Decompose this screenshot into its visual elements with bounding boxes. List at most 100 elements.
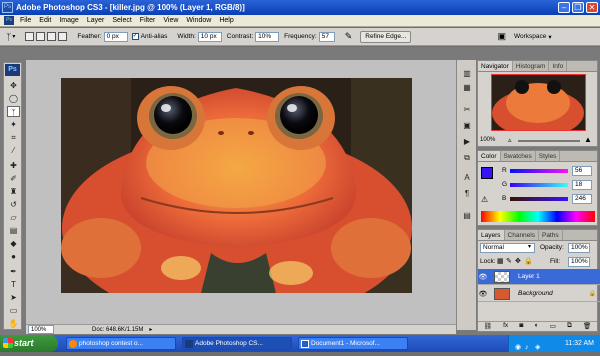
lock-position-icon[interactable]: ✥ (515, 257, 521, 265)
tray-volume-icon[interactable]: ♪ (525, 339, 529, 356)
layer-name[interactable]: Background (518, 290, 553, 297)
visibility-eye-icon[interactable]: 👁 (478, 290, 488, 298)
lasso-tool-icon[interactable]: ᛉ (7, 106, 20, 117)
type-tool-icon[interactable]: T (7, 279, 20, 290)
path-selection-tool-icon[interactable]: ➤ (7, 292, 20, 303)
tab-layers[interactable]: Layers (478, 230, 505, 240)
crop-tool-icon[interactable]: ⌗ (7, 132, 20, 143)
blend-mode-chevron-icon[interactable]: ▾ (528, 243, 531, 250)
mask-icon[interactable]: ◙ (519, 322, 523, 331)
clone-source-panel-icon[interactable]: ✂ (461, 104, 473, 116)
lock-all-icon[interactable]: 🔒 (524, 257, 533, 265)
menu-help[interactable]: Help (215, 17, 237, 24)
move-tool-icon[interactable]: ✥ (7, 80, 20, 91)
magnetic-lasso-icon[interactable]: ᛉ (6, 32, 11, 42)
fx-icon[interactable]: fx (503, 322, 508, 331)
foreground-color-swatch[interactable] (481, 167, 493, 179)
character-panel-icon[interactable]: A (461, 172, 473, 184)
minimize-button[interactable]: – (558, 2, 570, 13)
navigator-zoom[interactable]: 100% (480, 137, 495, 143)
g-slider[interactable] (510, 183, 568, 187)
paragraph-panel-icon[interactable]: ¶ (461, 188, 473, 200)
tab-swatches[interactable]: Swatches (501, 151, 536, 161)
tab-info[interactable]: Info (549, 61, 568, 71)
status-menu-icon[interactable]: ▸ (149, 326, 152, 333)
g-input[interactable]: 18 (572, 180, 592, 190)
layer-row-background[interactable]: 👁 Background 🔒 (478, 286, 600, 302)
color-spectrum-bar[interactable] (481, 211, 595, 222)
ps-logo-icon[interactable]: Ps (5, 64, 20, 76)
actions-panel-icon[interactable]: ▶ (461, 136, 473, 148)
antialias-checkbox[interactable]: ✓ (131, 33, 139, 40)
lock-transparency-icon[interactable]: ▦ (497, 257, 504, 265)
layer-name[interactable]: Layer 1 (518, 273, 540, 280)
pen-tool-icon[interactable]: ✒ (7, 266, 20, 277)
menu-filter[interactable]: Filter (136, 17, 160, 24)
new-selection-icon[interactable] (25, 32, 35, 41)
link-icon[interactable]: ⛓ (484, 322, 492, 331)
zoom-in-icon[interactable]: ▲ (584, 135, 592, 144)
task-firefox[interactable]: photoshop contest o... (66, 337, 176, 350)
navigator-zoom-slider[interactable] (518, 140, 580, 142)
brushes-panel-icon[interactable]: ▥ (461, 68, 473, 80)
menu-file[interactable]: File (16, 17, 35, 24)
blend-mode-select[interactable]: Normal (480, 243, 535, 253)
ps-menu-logo-icon[interactable]: Ps (4, 16, 14, 25)
menu-window[interactable]: Window (182, 17, 215, 24)
contrast-input[interactable]: 10% (255, 31, 280, 42)
visibility-eye-icon[interactable]: 👁 (478, 273, 488, 281)
blur-tool-icon[interactable]: ◆ (7, 238, 20, 249)
layer-comps-panel-icon[interactable]: ⧉ (461, 152, 473, 164)
gamut-warning-icon[interactable]: ⚠ (481, 195, 488, 204)
clone-stamp-tool-icon[interactable]: ♜ (7, 186, 20, 197)
gradient-tool-icon[interactable]: ▤ (7, 225, 20, 236)
lock-pixels-icon[interactable]: ✎ (506, 257, 512, 265)
task-word[interactable]: Document1 - Microsof... (298, 337, 408, 350)
add-selection-icon[interactable] (36, 32, 46, 41)
tab-paths[interactable]: Paths (539, 230, 563, 240)
b-input[interactable]: 246 (572, 194, 592, 204)
width-input[interactable]: 10 px (197, 31, 222, 42)
document-canvas[interactable] (61, 78, 412, 293)
r-input[interactable]: 56 (572, 166, 592, 176)
tab-channels[interactable]: Channels (505, 230, 539, 240)
menu-edit[interactable]: Edit (35, 17, 55, 24)
marquee-tool-icon[interactable]: ◯ (7, 93, 20, 104)
tray-network-icon[interactable]: ◉ (515, 339, 521, 356)
eraser-tool-icon[interactable]: ▱ (7, 212, 20, 223)
hand-tool-icon[interactable]: ✋ (7, 318, 20, 329)
healing-brush-tool-icon[interactable]: ✚ (7, 160, 20, 171)
start-button[interactable]: start (0, 335, 58, 352)
refine-edge-button[interactable]: Refine Edge... (360, 30, 412, 43)
menu-image[interactable]: Image (55, 17, 82, 24)
eyedropper-tool-icon[interactable]: ⁄ (7, 145, 20, 156)
navigator-thumbnail[interactable] (491, 74, 586, 137)
tab-navigator[interactable]: Navigator (478, 61, 513, 71)
menu-view[interactable]: View (159, 17, 182, 24)
menu-layer[interactable]: Layer (83, 17, 109, 24)
adjustment-icon[interactable]: ◐ (535, 322, 539, 331)
magic-wand-tool-icon[interactable]: ✦ (7, 119, 20, 130)
workspace-chevron-icon[interactable]: ▾ (548, 33, 551, 41)
history-brush-tool-icon[interactable]: ↺ (7, 199, 20, 210)
tray-shield-icon[interactable]: ◈ (535, 339, 540, 356)
trash-icon[interactable]: 🗑 (583, 322, 591, 331)
dodge-tool-icon[interactable]: ● (7, 251, 20, 262)
opacity-input[interactable]: 100% (568, 243, 590, 253)
layer-row-layer-1[interactable]: 👁 Layer 1 (478, 269, 600, 285)
fill-input[interactable]: 100% (568, 257, 590, 267)
frequency-input[interactable]: 57 (318, 31, 335, 42)
zoom-field[interactable]: 100% (28, 325, 54, 334)
new-layer-icon[interactable]: ⧉ (567, 322, 572, 331)
tool-preset-chevron-icon[interactable]: ▾ (12, 33, 15, 40)
stylus-pressure-icon[interactable]: ✎ (345, 31, 353, 42)
zoom-out-icon[interactable]: ▵ (508, 136, 512, 144)
workspace-menu[interactable]: Workspace (514, 33, 546, 40)
history-panel-icon[interactable]: ▣ (461, 120, 473, 132)
feather-input[interactable]: 0 px (103, 31, 128, 42)
restore-button[interactable]: ❐ (572, 2, 584, 13)
brush-tool-icon[interactable]: ✐ (7, 173, 20, 184)
menu-select[interactable]: Select (108, 17, 135, 24)
workspace-icon[interactable]: ▣ (497, 31, 506, 42)
r-slider[interactable] (510, 169, 568, 173)
